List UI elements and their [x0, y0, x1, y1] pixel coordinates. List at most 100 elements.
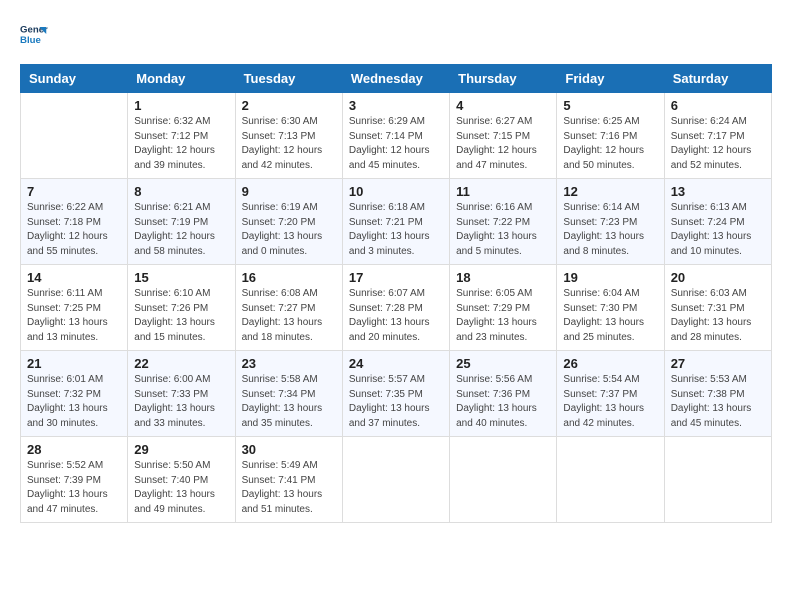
calendar-cell: 28 Sunrise: 5:52 AM Sunset: 7:39 PM Dayli…	[21, 437, 128, 523]
weekday-header-monday: Monday	[128, 65, 235, 93]
day-number: 10	[349, 184, 443, 199]
calendar-cell: 25 Sunrise: 5:56 AM Sunset: 7:36 PM Dayli…	[450, 351, 557, 437]
calendar-cell: 3Sunrise: 6:29 AM Sunset: 7:14 PM Daylig…	[342, 93, 449, 179]
calendar-cell: 15 Sunrise: 6:10 AM Sunset: 7:26 PM Dayli…	[128, 265, 235, 351]
day-number: 26	[563, 356, 657, 371]
day-info: Sunrise: 6:27 AM Sunset: 7:15 PM Dayligh…	[456, 115, 550, 173]
day-info: Sunrise: 5:56 AM Sunset: 7:36 PM Dayligh…	[456, 373, 550, 431]
calendar-week-5: 28 Sunrise: 5:52 AM Sunset: 7:39 PM Dayli…	[21, 437, 772, 523]
day-number: 18	[456, 270, 550, 285]
day-number: 9	[242, 184, 336, 199]
calendar-cell: 19Sunrise: 6:04 AM Sunset: 7:30 PM Dayli…	[557, 265, 664, 351]
day-number: 7	[27, 184, 121, 199]
day-number: 28	[27, 442, 121, 457]
calendar-cell: 5 Sunrise: 6:25 AM Sunset: 7:16 PM Daylig…	[557, 93, 664, 179]
day-info: Sunrise: 6:25 AM Sunset: 7:16 PM Dayligh…	[563, 115, 657, 173]
day-info: Sunrise: 6:13 AM Sunset: 7:24 PM Dayligh…	[671, 201, 765, 259]
calendar-cell: 9 Sunrise: 6:19 AM Sunset: 7:20 PM Daylig…	[235, 179, 342, 265]
day-number: 27	[671, 356, 765, 371]
calendar-week-4: 21Sunrise: 6:01 AM Sunset: 7:32 PM Dayli…	[21, 351, 772, 437]
day-number: 4	[456, 98, 550, 113]
calendar-cell: 17 Sunrise: 6:07 AM Sunset: 7:28 PM Dayli…	[342, 265, 449, 351]
calendar-cell: 24 Sunrise: 5:57 AM Sunset: 7:35 PM Dayli…	[342, 351, 449, 437]
day-number: 20	[671, 270, 765, 285]
calendar-cell: 16 Sunrise: 6:08 AM Sunset: 7:27 PM Dayli…	[235, 265, 342, 351]
day-number: 6	[671, 98, 765, 113]
weekday-header-sunday: Sunday	[21, 65, 128, 93]
day-info: Sunrise: 6:10 AM Sunset: 7:26 PM Dayligh…	[134, 287, 228, 345]
day-number: 21	[27, 356, 121, 371]
calendar-cell: 23 Sunrise: 5:58 AM Sunset: 7:34 PM Dayli…	[235, 351, 342, 437]
day-number: 17	[349, 270, 443, 285]
weekday-header-tuesday: Tuesday	[235, 65, 342, 93]
day-number: 2	[242, 98, 336, 113]
calendar-cell: 26 Sunrise: 5:54 AM Sunset: 7:37 PM Dayli…	[557, 351, 664, 437]
day-number: 24	[349, 356, 443, 371]
day-info: Sunrise: 6:22 AM Sunset: 7:18 PM Dayligh…	[27, 201, 121, 259]
day-number: 22	[134, 356, 228, 371]
day-info: Sunrise: 6:00 AM Sunset: 7:33 PM Dayligh…	[134, 373, 228, 431]
calendar-header-row: SundayMondayTuesdayWednesdayThursdayFrid…	[21, 65, 772, 93]
day-number: 5	[563, 98, 657, 113]
day-number: 19	[563, 270, 657, 285]
day-info: Sunrise: 6:11 AM Sunset: 7:25 PM Dayligh…	[27, 287, 121, 345]
day-info: Sunrise: 5:49 AM Sunset: 7:41 PM Dayligh…	[242, 459, 336, 517]
calendar-cell: 12 Sunrise: 6:14 AM Sunset: 7:23 PM Dayli…	[557, 179, 664, 265]
calendar-cell	[557, 437, 664, 523]
calendar-cell: 10 Sunrise: 6:18 AM Sunset: 7:21 PM Dayli…	[342, 179, 449, 265]
day-info: Sunrise: 6:07 AM Sunset: 7:28 PM Dayligh…	[349, 287, 443, 345]
day-info: Sunrise: 5:58 AM Sunset: 7:34 PM Dayligh…	[242, 373, 336, 431]
day-info: Sunrise: 6:19 AM Sunset: 7:20 PM Dayligh…	[242, 201, 336, 259]
day-info: Sunrise: 5:54 AM Sunset: 7:37 PM Dayligh…	[563, 373, 657, 431]
calendar-table: SundayMondayTuesdayWednesdayThursdayFrid…	[20, 64, 772, 523]
day-info: Sunrise: 6:08 AM Sunset: 7:27 PM Dayligh…	[242, 287, 336, 345]
logo: General Blue	[20, 20, 52, 48]
calendar-week-1: 1 Sunrise: 6:32 AM Sunset: 7:12 PM Daylig…	[21, 93, 772, 179]
svg-text:Blue: Blue	[20, 35, 41, 46]
calendar-week-3: 14Sunrise: 6:11 AM Sunset: 7:25 PM Dayli…	[21, 265, 772, 351]
day-number: 1	[134, 98, 228, 113]
calendar-cell: 18 Sunrise: 6:05 AM Sunset: 7:29 PM Dayli…	[450, 265, 557, 351]
day-info: Sunrise: 6:32 AM Sunset: 7:12 PM Dayligh…	[134, 115, 228, 173]
day-number: 13	[671, 184, 765, 199]
day-info: Sunrise: 5:53 AM Sunset: 7:38 PM Dayligh…	[671, 373, 765, 431]
calendar-cell: 7 Sunrise: 6:22 AM Sunset: 7:18 PM Daylig…	[21, 179, 128, 265]
calendar-cell	[664, 437, 771, 523]
day-info: Sunrise: 6:14 AM Sunset: 7:23 PM Dayligh…	[563, 201, 657, 259]
logo-icon: General Blue	[20, 20, 48, 48]
day-number: 15	[134, 270, 228, 285]
day-info: Sunrise: 6:05 AM Sunset: 7:29 PM Dayligh…	[456, 287, 550, 345]
day-info: Sunrise: 6:30 AM Sunset: 7:13 PM Dayligh…	[242, 115, 336, 173]
calendar-cell: 30Sunrise: 5:49 AM Sunset: 7:41 PM Dayli…	[235, 437, 342, 523]
day-number: 11	[456, 184, 550, 199]
day-number: 12	[563, 184, 657, 199]
weekday-header-thursday: Thursday	[450, 65, 557, 93]
day-info: Sunrise: 5:50 AM Sunset: 7:40 PM Dayligh…	[134, 459, 228, 517]
calendar-cell: 11 Sunrise: 6:16 AM Sunset: 7:22 PM Dayli…	[450, 179, 557, 265]
day-number: 25	[456, 356, 550, 371]
day-info: Sunrise: 5:57 AM Sunset: 7:35 PM Dayligh…	[349, 373, 443, 431]
day-number: 29	[134, 442, 228, 457]
calendar-cell: 29 Sunrise: 5:50 AM Sunset: 7:40 PM Dayli…	[128, 437, 235, 523]
day-info: Sunrise: 6:29 AM Sunset: 7:14 PM Dayligh…	[349, 115, 443, 173]
day-info: Sunrise: 6:24 AM Sunset: 7:17 PM Dayligh…	[671, 115, 765, 173]
calendar-cell: 27 Sunrise: 5:53 AM Sunset: 7:38 PM Dayli…	[664, 351, 771, 437]
day-number: 16	[242, 270, 336, 285]
calendar-cell: 1 Sunrise: 6:32 AM Sunset: 7:12 PM Daylig…	[128, 93, 235, 179]
weekday-header-saturday: Saturday	[664, 65, 771, 93]
calendar-cell: 13 Sunrise: 6:13 AM Sunset: 7:24 PM Dayli…	[664, 179, 771, 265]
day-info: Sunrise: 6:16 AM Sunset: 7:22 PM Dayligh…	[456, 201, 550, 259]
calendar-cell: 2 Sunrise: 6:30 AM Sunset: 7:13 PM Daylig…	[235, 93, 342, 179]
calendar-week-2: 7 Sunrise: 6:22 AM Sunset: 7:18 PM Daylig…	[21, 179, 772, 265]
weekday-header-wednesday: Wednesday	[342, 65, 449, 93]
calendar-cell: 14Sunrise: 6:11 AM Sunset: 7:25 PM Dayli…	[21, 265, 128, 351]
day-number: 23	[242, 356, 336, 371]
day-info: Sunrise: 6:03 AM Sunset: 7:31 PM Dayligh…	[671, 287, 765, 345]
calendar-cell: 20 Sunrise: 6:03 AM Sunset: 7:31 PM Dayli…	[664, 265, 771, 351]
day-info: Sunrise: 5:52 AM Sunset: 7:39 PM Dayligh…	[27, 459, 121, 517]
day-info: Sunrise: 6:21 AM Sunset: 7:19 PM Dayligh…	[134, 201, 228, 259]
calendar-cell: 4 Sunrise: 6:27 AM Sunset: 7:15 PM Daylig…	[450, 93, 557, 179]
calendar-cell	[342, 437, 449, 523]
calendar-cell: 22 Sunrise: 6:00 AM Sunset: 7:33 PM Dayli…	[128, 351, 235, 437]
day-info: Sunrise: 6:18 AM Sunset: 7:21 PM Dayligh…	[349, 201, 443, 259]
